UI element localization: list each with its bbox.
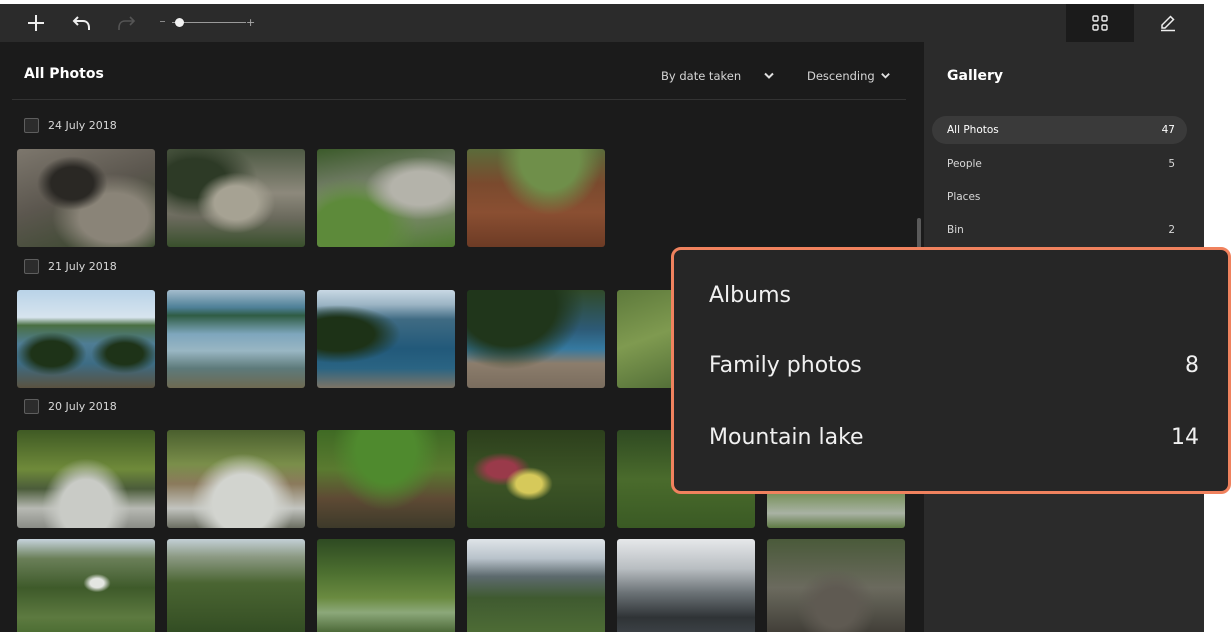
select-group-checkbox[interactable] <box>24 399 39 414</box>
group-date-label: 20 July 2018 <box>48 400 117 413</box>
photo-thumbnail[interactable] <box>317 430 455 528</box>
photo-thumbnail[interactable] <box>317 539 455 632</box>
zoom-handle[interactable] <box>174 18 184 27</box>
sidebar-item-label: All Photos <box>947 124 999 136</box>
album-item-mountain-lake[interactable]: Mountain lake 14 <box>709 425 1199 450</box>
sidebar-item-count: 47 <box>1161 124 1175 136</box>
grid-view-icon <box>1092 15 1108 31</box>
photo-thumbnail[interactable] <box>467 290 605 388</box>
group-date-label: 21 July 2018 <box>48 260 117 273</box>
sidebar-item-label: Places <box>947 191 981 203</box>
photo-thumbnail[interactable] <box>17 430 155 528</box>
album-count: 8 <box>1185 353 1199 378</box>
photo-thumbnail[interactable] <box>17 149 155 247</box>
photo-thumbnail[interactable] <box>317 290 455 388</box>
sidebar-item-all-photos[interactable]: All Photos 47 <box>932 116 1187 144</box>
photo-thumbnail[interactable] <box>617 539 755 632</box>
toolbar: + <box>0 4 1204 42</box>
chevron-down-icon <box>880 73 890 79</box>
photo-thumbnail[interactable] <box>17 290 155 388</box>
zoom-in-icon[interactable]: + <box>246 17 255 28</box>
chevron-down-icon <box>764 72 774 79</box>
header-divider <box>12 99 906 100</box>
photo-thumbnail[interactable] <box>167 539 305 632</box>
edit-pencil-icon <box>1161 15 1175 32</box>
date-group-header[interactable]: 20 July 2018 <box>24 399 117 414</box>
sort-order-dropdown[interactable]: Descending <box>807 69 891 83</box>
sidebar-item-label: People <box>947 158 982 170</box>
sort-by-label: By date taken <box>661 69 742 83</box>
sidebar-item-count: 2 <box>1168 224 1175 236</box>
albums-callout: Albums Family photos 8 Mountain lake 14 <box>671 247 1231 494</box>
photo-thumbnail[interactable] <box>167 290 305 388</box>
plus-icon[interactable] <box>22 4 50 42</box>
grid-view-button[interactable] <box>1066 4 1134 42</box>
photo-thumbnail[interactable] <box>317 149 455 247</box>
select-group-checkbox[interactable] <box>24 118 39 133</box>
photo-thumbnail[interactable] <box>467 539 605 632</box>
page-title: All Photos <box>24 66 104 82</box>
sidebar-item-label: Bin <box>947 224 964 236</box>
photo-thumbnail[interactable] <box>167 430 305 528</box>
sidebar-item-bin[interactable]: Bin 2 <box>932 216 1187 244</box>
photo-thumbnail[interactable] <box>17 539 155 632</box>
undo-icon[interactable] <box>68 4 96 42</box>
sidebar-item-count: 5 <box>1168 158 1175 170</box>
select-group-checkbox[interactable] <box>24 259 39 274</box>
group-date-label: 24 July 2018 <box>48 119 117 132</box>
zoom-out-icon[interactable] <box>160 21 165 22</box>
photo-thumbnail[interactable] <box>767 539 905 632</box>
sort-by-dropdown[interactable]: By date taken <box>661 69 775 83</box>
albums-heading: Albums <box>709 283 791 308</box>
sidebar-item-places[interactable]: Places <box>932 183 1187 211</box>
photo-thumbnail[interactable] <box>467 149 605 247</box>
sort-order-label: Descending <box>807 69 875 83</box>
redo-icon[interactable] <box>112 4 140 42</box>
photo-thumbnail[interactable] <box>467 430 605 528</box>
photo-thumbnail[interactable] <box>167 149 305 247</box>
sidebar-item-people[interactable]: People 5 <box>932 150 1187 178</box>
date-group-header[interactable]: 21 July 2018 <box>24 259 117 274</box>
album-label: Family photos <box>709 353 862 378</box>
album-label: Mountain lake <box>709 425 864 450</box>
date-group-header[interactable]: 24 July 2018 <box>24 118 117 133</box>
zoom-slider[interactable]: + <box>160 4 256 42</box>
edit-button[interactable] <box>1134 4 1202 42</box>
album-item-family-photos[interactable]: Family photos 8 <box>709 353 1199 378</box>
album-count: 14 <box>1171 425 1199 450</box>
sidebar-title: Gallery <box>947 68 1004 84</box>
